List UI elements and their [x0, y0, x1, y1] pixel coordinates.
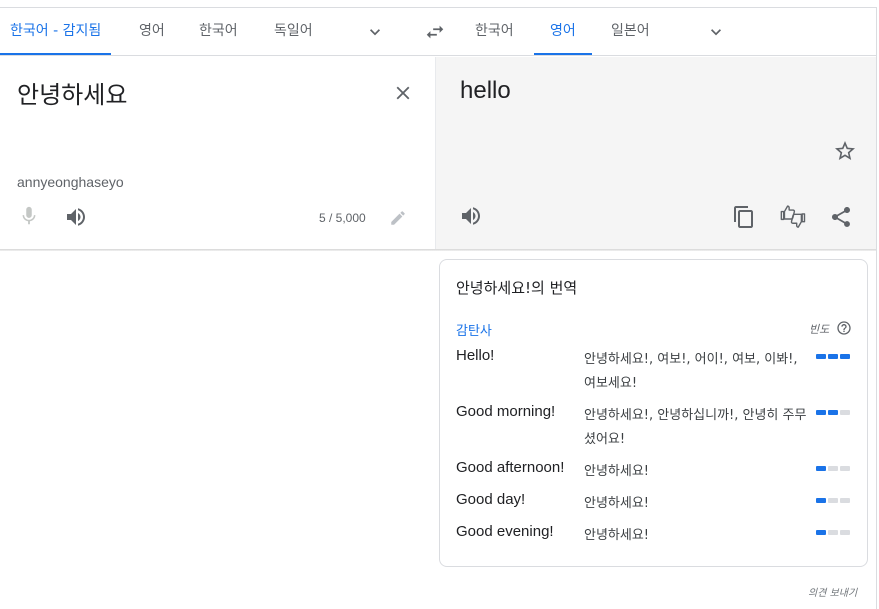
frequency-bar-segment [816, 410, 826, 415]
feedback-link[interactable]: 의견 보내기 [808, 584, 857, 599]
transliteration: annyeonghaseyo [17, 174, 124, 190]
swap-icon[interactable] [424, 21, 446, 43]
translate-page: 한국어 - 감지됨 영어 한국어 독일어 한국어 영어 일본어 안녕하세요 an… [0, 0, 879, 609]
pencil-icon[interactable] [389, 209, 407, 227]
entry-word[interactable]: Good evening! [456, 523, 554, 540]
target-pane: hello [435, 57, 876, 249]
frequency-bar-segment [828, 410, 838, 415]
frequency-bars [816, 354, 852, 360]
frequency-bars [816, 530, 852, 536]
frequency-bar-segment [828, 466, 838, 471]
frequency-bar-segment [840, 466, 850, 471]
entry-word[interactable]: Good morning! [456, 403, 555, 420]
share-icon[interactable] [829, 205, 853, 229]
thumbs-icon[interactable] [779, 205, 807, 231]
frequency-bar-segment [840, 530, 850, 535]
right-divider [876, 7, 877, 609]
target-speaker-icon[interactable] [459, 204, 483, 228]
entry-synonyms: 안녕하세요! [584, 496, 650, 511]
pane-divider [0, 249, 876, 251]
translation-output: hello [460, 77, 511, 104]
frequency-bar-segment [816, 530, 826, 535]
source-lang-german-tab[interactable]: 독일어 [274, 8, 313, 55]
copy-icon[interactable] [732, 205, 756, 229]
dictionary-card: 안녕하세요!의 번역 감탄사 빈도 Hello! 안녕하세요!, 여보!, 어이… [439, 259, 868, 567]
target-lang-english-tab[interactable]: 영어 [534, 8, 592, 55]
target-lang-japanese-tab[interactable]: 일본어 [611, 8, 650, 55]
source-lang-detected-tab[interactable]: 한국어 - 감지됨 [0, 8, 112, 55]
star-icon[interactable] [833, 139, 857, 163]
source-lang-korean-tab[interactable]: 한국어 [199, 8, 238, 55]
target-lang-korean-tab[interactable]: 한국어 [475, 8, 514, 55]
more-source-langs-chevron-down-icon[interactable] [365, 22, 385, 42]
frequency-bar-segment [828, 354, 838, 359]
more-target-langs-chevron-down-icon[interactable] [706, 22, 726, 42]
frequency-bar-segment [816, 466, 826, 471]
frequency-bars [816, 466, 852, 472]
dictionary-title: 안녕하세요!의 번역 [456, 279, 578, 297]
frequency-bar-segment [840, 354, 850, 359]
help-icon[interactable] [836, 320, 852, 336]
source-speaker-icon[interactable] [64, 205, 88, 229]
frequency-bar-segment [840, 498, 850, 503]
frequency-label: 빈도 [809, 323, 830, 336]
frequency-bars [816, 410, 852, 416]
entry-synonyms: 안녕하세요!, 안녕하십니까!, 안녕히 주무셨어요! [584, 408, 807, 447]
entry-word[interactable]: Hello! [456, 347, 494, 364]
frequency-bar-segment [828, 498, 838, 503]
frequency-bar-segment [840, 410, 850, 415]
entry-synonyms: 안녕하세요! [584, 464, 650, 479]
frequency-bars [816, 498, 852, 504]
frequency-bar-segment [828, 530, 838, 535]
source-lang-english-tab[interactable]: 영어 [139, 8, 165, 55]
language-bar: 한국어 - 감지됨 영어 한국어 독일어 한국어 영어 일본어 [0, 8, 876, 56]
entry-synonyms: 안녕하세요! [584, 528, 650, 543]
entry-word[interactable]: Good day! [456, 491, 525, 508]
entry-word[interactable]: Good afternoon! [456, 459, 564, 476]
entry-synonyms: 안녕하세요!, 여보!, 어이!, 여보, 이봐!, 여보세요! [584, 352, 798, 391]
mic-icon[interactable] [18, 205, 40, 227]
source-text-input[interactable]: 안녕하세요 [17, 75, 127, 110]
part-of-speech: 감탄사 [456, 324, 492, 339]
frequency-bar-segment [816, 498, 826, 503]
close-icon[interactable] [392, 82, 414, 104]
frequency-bar-segment [816, 354, 826, 359]
character-count: 5 / 5,000 [319, 211, 366, 225]
